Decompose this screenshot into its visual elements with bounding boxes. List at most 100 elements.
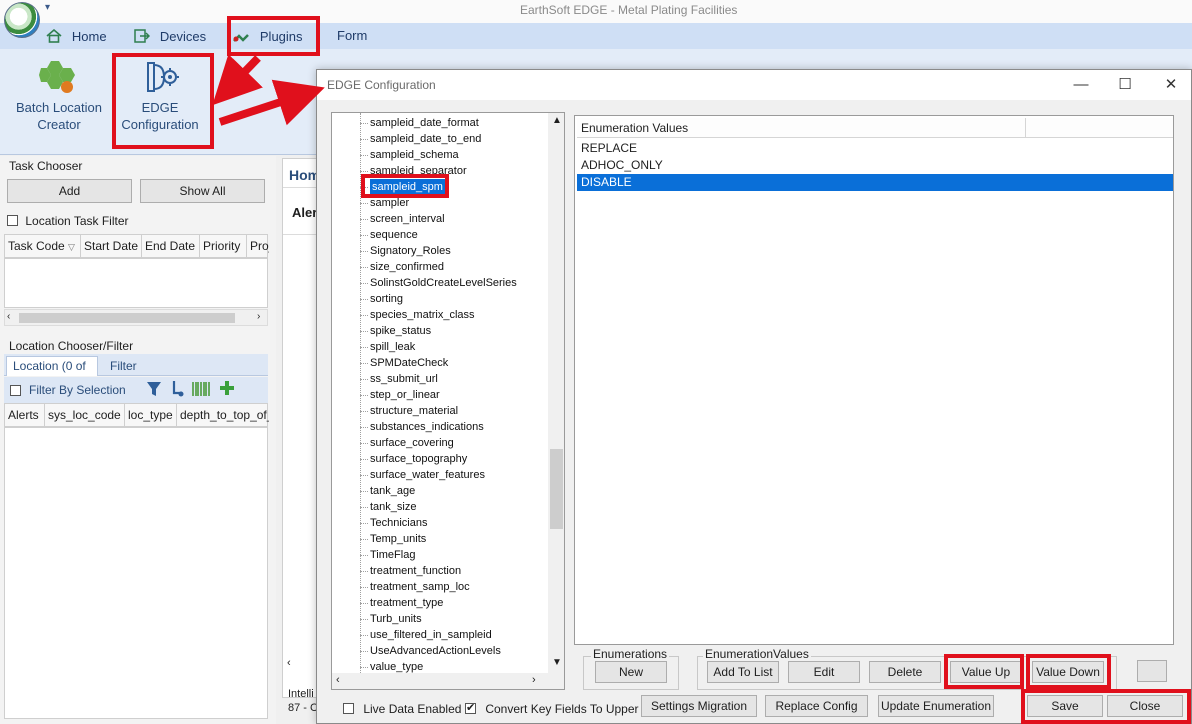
tree-scroll-thumb[interactable] — [550, 449, 563, 529]
tree-item[interactable]: sequence — [370, 227, 418, 243]
tree-item[interactable]: treatment_type — [370, 595, 443, 611]
tree-item[interactable]: species_matrix_class — [370, 307, 475, 323]
settings-migration-button[interactable]: Settings Migration — [641, 695, 757, 717]
column-project[interactable]: Proj — [247, 235, 269, 257]
tab-home[interactable]: Home — [46, 23, 107, 49]
dialog-title: EDGE Configuration — [327, 78, 436, 92]
add-to-list-button[interactable]: Add To List — [707, 661, 779, 683]
filter-funnel-icon[interactable]: ▽ — [68, 242, 75, 252]
location-task-filter-checkbox[interactable] — [7, 215, 18, 227]
new-enumeration-button[interactable]: New — [595, 661, 667, 683]
tree-connector-tick — [360, 331, 368, 332]
enum-column-header[interactable]: Enumeration Values — [581, 121, 688, 135]
column-loc-type[interactable]: loc_type — [125, 404, 177, 426]
column-sys-loc-code[interactable]: sys_loc_code — [45, 404, 125, 426]
tab-filter[interactable]: Filter — [110, 356, 137, 376]
tree-item[interactable]: size_confirmed — [370, 259, 444, 275]
replace-config-button[interactable]: Replace Config — [765, 695, 868, 717]
tab-form[interactable]: Form — [337, 23, 367, 49]
barcode-icon[interactable] — [192, 382, 210, 399]
scroll-left-icon[interactable]: ‹ — [287, 657, 291, 669]
location-grid-body[interactable] — [4, 427, 268, 719]
tree-item[interactable]: SPMDateCheck — [370, 355, 448, 371]
tree-vertical-scrollbar[interactable]: ▲ ▼ — [548, 113, 564, 673]
show-all-button[interactable]: Show All — [140, 179, 265, 203]
task-grid-body[interactable] — [4, 258, 268, 308]
scroll-down-icon[interactable]: ▼ — [552, 657, 562, 668]
app-logo-icon[interactable] — [4, 2, 40, 38]
live-data-checkbox[interactable] — [343, 703, 354, 715]
scroll-up-icon[interactable]: ▲ — [552, 115, 562, 126]
tree-connector-tick — [360, 507, 368, 508]
tree-item[interactable]: tank_age — [370, 483, 415, 499]
minimize-icon[interactable]: — — [1061, 74, 1101, 96]
task-grid-hscroll[interactable]: ‹ › — [4, 309, 268, 326]
tree-item[interactable]: Signatory_Roles — [370, 243, 451, 259]
tree-item[interactable]: substances_indications — [370, 419, 484, 435]
filter-funnel-icon[interactable] — [146, 380, 162, 401]
scroll-left-icon[interactable]: ‹ — [336, 674, 340, 686]
tree-item[interactable]: Temp_units — [370, 531, 426, 547]
location-toolbar: Filter By Selection — [4, 377, 268, 403]
edit-button[interactable]: Edit — [788, 661, 860, 683]
batch-location-creator-button[interactable]: Batch Location Creator — [8, 59, 110, 144]
tree-item[interactable]: sampleid_schema — [370, 147, 459, 163]
tree-item[interactable]: sampleid_date_format — [370, 115, 479, 131]
delete-button[interactable]: Delete — [869, 661, 941, 683]
live-data-option[interactable]: Live Data Enabled — [343, 701, 461, 716]
blank-button[interactable] — [1137, 660, 1167, 682]
add-location-icon[interactable] — [218, 379, 236, 400]
tree-item[interactable]: ss_submit_url — [370, 371, 438, 387]
location-task-filter[interactable]: Location Task Filter — [7, 213, 129, 228]
convert-key-checkbox[interactable]: ✔ — [465, 702, 476, 715]
tree-item[interactable]: step_or_linear — [370, 387, 440, 403]
tree-item[interactable]: TimeFlag — [370, 547, 415, 563]
tree-item[interactable]: UseAdvancedActionLevels — [370, 643, 501, 659]
tree-item[interactable]: Technicians — [370, 515, 427, 531]
scroll-left-icon[interactable]: ‹ — [7, 311, 10, 322]
tree-connector-tick — [360, 539, 368, 540]
tab-location[interactable]: Location (0 of 0) — [6, 356, 98, 391]
column-priority[interactable]: Priority — [200, 235, 247, 257]
enumeration-values-list[interactable]: Enumeration Values REPLACE ADHOC_ONLY DISA… — [574, 115, 1174, 645]
enum-value-row[interactable]: DISABLE — [577, 174, 1173, 191]
column-depth[interactable]: depth_to_top_of_s — [177, 404, 269, 426]
tree-item[interactable]: treatment_samp_loc — [370, 579, 470, 595]
tree-item[interactable]: surface_water_features — [370, 467, 485, 483]
tree-item[interactable]: SolinstGoldCreateLevelSeries — [370, 275, 517, 291]
scroll-right-icon[interactable]: › — [257, 311, 260, 322]
close-icon[interactable]: ✕ — [1151, 74, 1191, 96]
column-start-date[interactable]: Start Date — [81, 235, 142, 257]
tab-devices[interactable]: Devices — [134, 23, 206, 49]
tree-item[interactable]: sampleid_date_to_end — [370, 131, 481, 147]
tree-item[interactable]: treatment_function — [370, 563, 461, 579]
column-alerts[interactable]: Alerts — [5, 404, 45, 426]
tree-item[interactable]: spike_status — [370, 323, 431, 339]
enum-value-row[interactable]: ADHOC_ONLY — [577, 157, 1173, 174]
add-task-button[interactable]: Add — [7, 179, 132, 203]
scroll-right-icon[interactable]: › — [532, 674, 536, 686]
tree-item[interactable]: surface_covering — [370, 435, 454, 451]
tree-item[interactable]: screen_interval — [370, 211, 445, 227]
tree-item[interactable]: spill_leak — [370, 339, 415, 355]
quick-access-dropdown-icon[interactable]: ▾ — [45, 2, 50, 13]
task-grid-scroll-thumb[interactable] — [19, 313, 235, 323]
tree-item[interactable]: surface_topography — [370, 451, 467, 467]
filter-by-selection-checkbox[interactable] — [10, 385, 21, 396]
tree-item[interactable]: Turb_units — [370, 611, 422, 627]
config-tree[interactable]: sampleid_date_format sampleid_date_to_end… — [331, 112, 565, 690]
update-enumeration-button[interactable]: Update Enumeration — [878, 695, 994, 717]
tree-horizontal-scrollbar[interactable]: ‹ › — [332, 673, 564, 689]
convert-key-option[interactable]: ✔ Convert Key Fields To Upper — [465, 701, 639, 716]
tree-connector-tick — [360, 251, 368, 252]
enum-value-row[interactable]: REPLACE — [577, 140, 1173, 157]
tree-item[interactable]: tank_size — [370, 499, 416, 515]
tree-item[interactable]: use_filtered_in_sampleid — [370, 627, 492, 643]
tree-connector-tick — [360, 267, 368, 268]
maximize-icon[interactable]: ☐ — [1105, 74, 1145, 96]
tree-item[interactable]: structure_material — [370, 403, 458, 419]
sort-icon[interactable] — [170, 380, 184, 401]
column-task-code[interactable]: Task Code ▽ — [5, 235, 81, 257]
column-end-date[interactable]: End Date — [142, 235, 200, 257]
tree-item[interactable]: sorting — [370, 291, 403, 307]
